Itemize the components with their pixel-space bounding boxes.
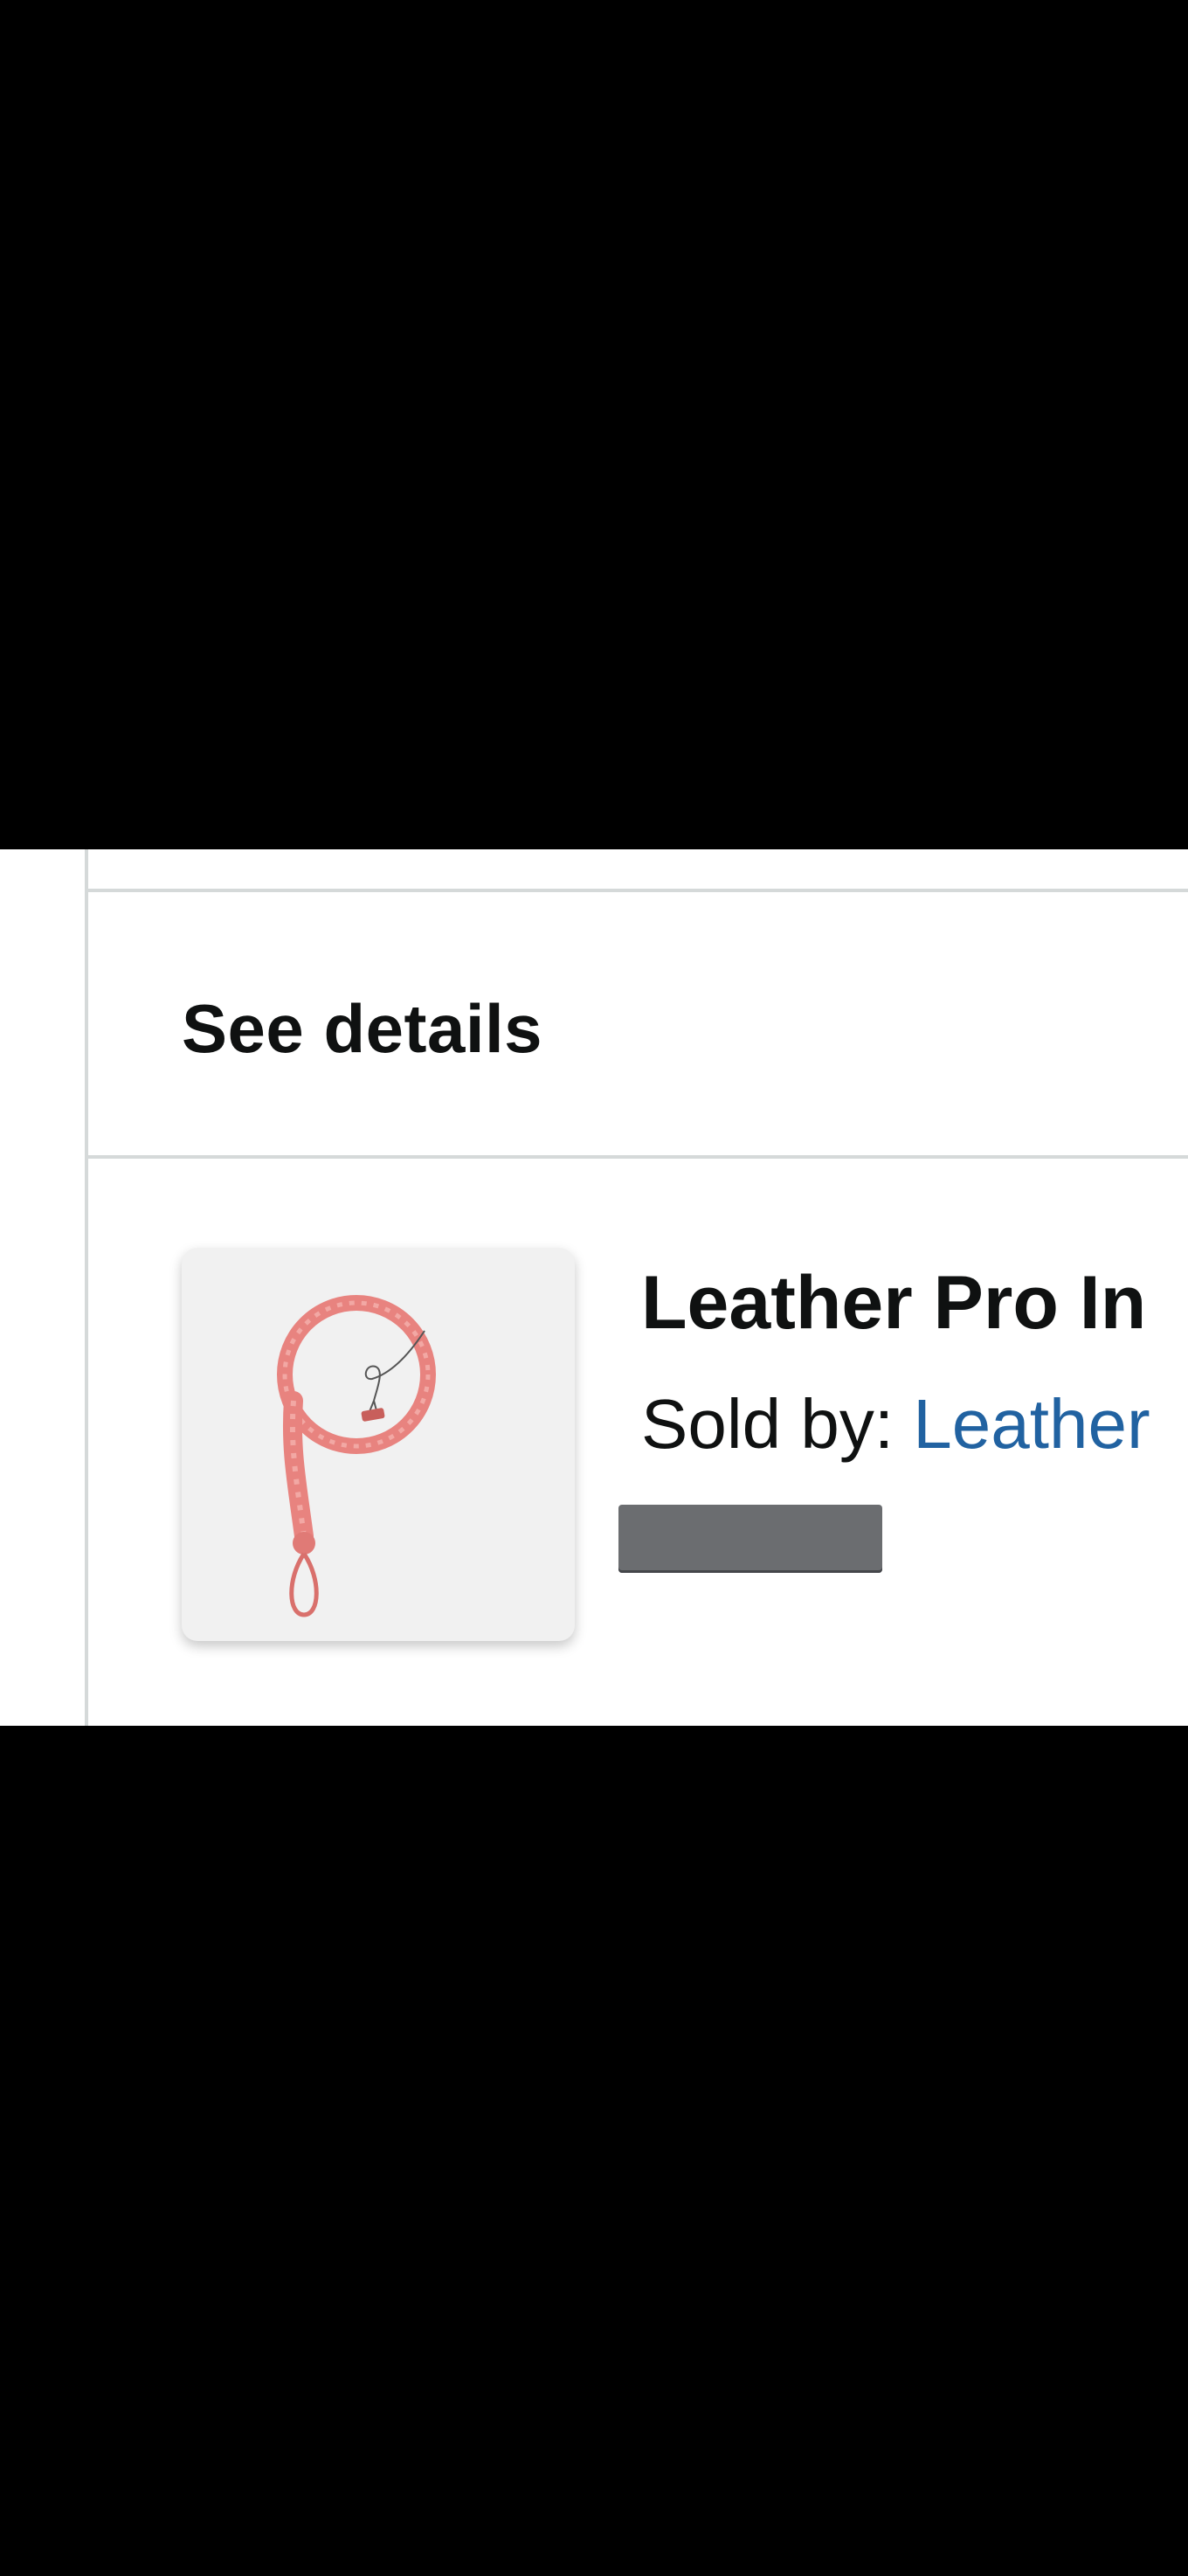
section-divider bbox=[88, 1155, 1188, 1159]
product-title-link[interactable]: Leather Pro In bbox=[641, 1260, 1146, 1347]
sold-by-line: Sold by: Leather bbox=[641, 1384, 1150, 1465]
left-border-rail bbox=[85, 849, 88, 1726]
bottom-black-band bbox=[0, 1726, 1188, 2576]
top-black-band bbox=[0, 0, 1188, 849]
top-divider bbox=[88, 889, 1188, 892]
bullwhip-icon bbox=[277, 1295, 436, 1617]
redacted-block bbox=[618, 1505, 882, 1573]
product-image[interactable] bbox=[182, 1248, 575, 1641]
order-details-panel: See details Leather Pro In Sold by: Leat… bbox=[0, 849, 1188, 1726]
seller-name-link[interactable]: Leather bbox=[913, 1385, 1150, 1463]
sold-by-label: Sold by: bbox=[641, 1385, 914, 1463]
see-details-link[interactable]: See details bbox=[182, 989, 542, 1069]
